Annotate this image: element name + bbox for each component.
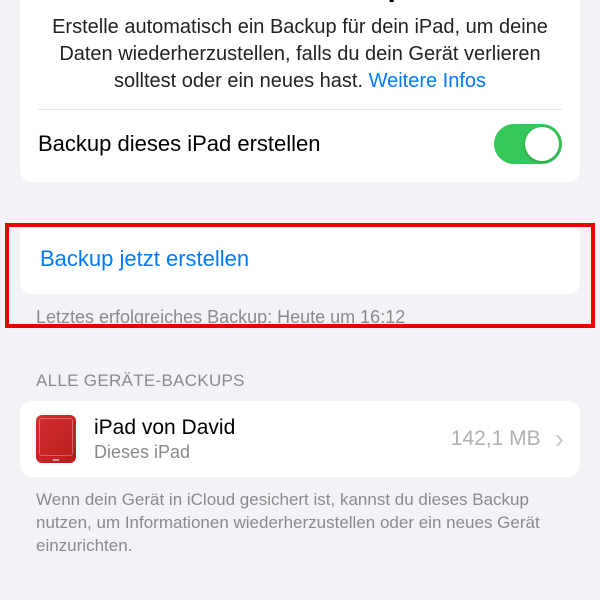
device-size: 142,1 MB — [451, 427, 541, 451]
icloud-backup-hero-card: iCloud-Backup Erstelle automatisch ein B… — [20, 0, 580, 182]
backup-toggle-label: Backup dieses iPad erstellen — [38, 131, 321, 157]
device-info: iPad von David Dieses iPad — [94, 416, 451, 463]
device-subtitle: Dieses iPad — [94, 442, 451, 463]
chevron-right-icon: › — [555, 423, 564, 455]
more-info-link[interactable]: Weitere Infos — [369, 70, 486, 92]
bottom-note-text: Wenn dein Gerät in iCloud gesichert ist,… — [36, 489, 564, 558]
backup-toggle-switch[interactable] — [494, 124, 562, 164]
device-name: iPad von David — [94, 416, 451, 440]
section-header-all-backups: ALLE GERÄTE-BACKUPS — [36, 371, 564, 391]
backup-now-button[interactable]: Backup jetzt erstellen — [40, 246, 249, 271]
page-title: iCloud-Backup — [38, 0, 562, 4]
backup-now-card[interactable]: Backup jetzt erstellen — [20, 224, 580, 294]
backup-toggle-row: Backup dieses iPad erstellen — [38, 110, 562, 164]
ipad-icon — [36, 415, 76, 463]
last-backup-text: Letztes erfolgreiches Backup: Heute um 1… — [36, 306, 564, 329]
switch-knob — [525, 127, 559, 161]
hero-description: Erstelle automatisch ein Backup für dein… — [38, 14, 562, 95]
device-backup-row[interactable]: iPad von David Dieses iPad 142,1 MB › — [20, 401, 580, 477]
